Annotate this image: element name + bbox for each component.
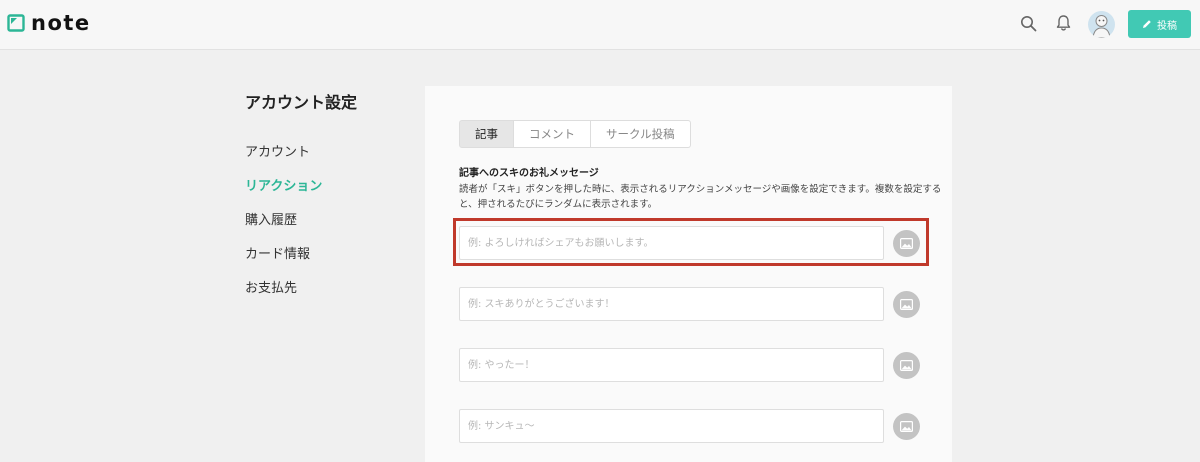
message-input-2[interactable]	[459, 287, 884, 321]
pen-icon	[1143, 20, 1151, 28]
post-button-label: 投稿	[1157, 20, 1177, 32]
tab-comment[interactable]: コメント	[514, 120, 591, 148]
message-row	[459, 226, 921, 260]
logo-text: note	[31, 11, 91, 35]
sidebar-item-card-info[interactable]: カード情報	[245, 243, 310, 262]
settings-panel: 記事 コメント サークル投稿 記事へのスキのお礼メッセージ 読者が「スキ」ボタン…	[425, 86, 952, 462]
sidebar-item-reaction[interactable]: リアクション	[245, 175, 322, 194]
top-header: note 投稿	[0, 0, 1200, 50]
tab-article[interactable]: 記事	[459, 120, 514, 148]
logo-mark-icon	[7, 14, 25, 32]
sidebar-item-payee[interactable]: お支払先	[245, 277, 297, 296]
message-input-4[interactable]	[459, 409, 884, 443]
message-input-3[interactable]	[459, 348, 884, 382]
sidebar-item-account[interactable]: アカウント	[245, 141, 310, 160]
bell-icon[interactable]	[1053, 13, 1073, 33]
image-icon[interactable]	[893, 413, 920, 440]
page-title: アカウント設定	[245, 93, 358, 112]
image-icon[interactable]	[893, 291, 920, 318]
post-button[interactable]: 投稿	[1128, 10, 1191, 38]
message-row	[459, 348, 921, 382]
message-row	[459, 409, 921, 443]
message-row	[459, 287, 921, 321]
image-icon[interactable]	[893, 230, 920, 257]
note-logo[interactable]: note	[7, 11, 91, 35]
avatar[interactable]	[1088, 11, 1115, 38]
search-icon[interactable]	[1018, 13, 1038, 33]
sidebar-item-purchase-history[interactable]: 購入履歴	[245, 209, 297, 228]
section-title: 記事へのスキのお礼メッセージ	[459, 168, 599, 179]
section-description: 読者が「スキ」ボタンを押した時に、表示されるリアクションメッセージや画像を設定で…	[459, 184, 942, 210]
avatar-illustration-icon	[1092, 15, 1111, 38]
image-icon[interactable]	[893, 352, 920, 379]
tab-circle-post[interactable]: サークル投稿	[591, 120, 691, 148]
message-input-1[interactable]	[459, 226, 884, 260]
content-type-tabs: 記事 コメント サークル投稿	[459, 120, 691, 148]
